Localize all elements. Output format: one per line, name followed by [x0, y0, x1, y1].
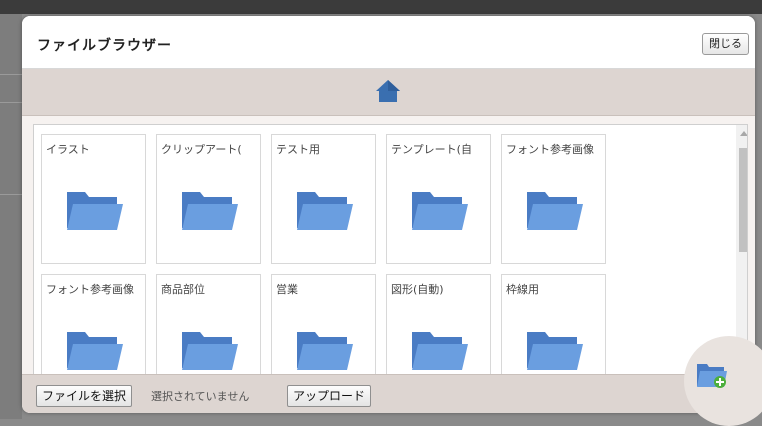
background-app-sidebar [0, 14, 22, 419]
folder-icon [182, 332, 238, 370]
scroll-up-arrow-icon[interactable] [740, 131, 747, 136]
folder-item[interactable]: クリップアート( [156, 134, 261, 264]
folder-browser: イラスト クリップアート( テスト用 テンプレート(自 フォント参考画像 フォン… [33, 124, 748, 375]
folder-item[interactable]: テスト用 [271, 134, 376, 264]
folder-label: テスト用 [276, 143, 320, 155]
scrollbar-thumb[interactable] [739, 148, 747, 252]
folder-icon [412, 332, 468, 370]
folder-item[interactable]: イラスト [41, 134, 146, 264]
folder-icon [412, 192, 468, 230]
folder-label: 図形(自動) [391, 283, 444, 295]
file-browser-dialog: ファイルブラウザー 閉じる イラスト クリップアート(テスト用 テンプレート(… [22, 16, 755, 413]
background-app-header [0, 0, 762, 14]
folder-item[interactable]: 営業 [271, 274, 376, 375]
upload-footer: ファイルを選択 選択されていません アップロード [22, 374, 755, 413]
folder-label: 枠線用 [506, 283, 539, 295]
home-icon[interactable] [375, 78, 401, 104]
folder-item[interactable]: 枠線用 [501, 274, 606, 375]
folder-item[interactable]: 図形(自動) [386, 274, 491, 375]
folder-icon [527, 192, 583, 230]
background-divider [0, 102, 22, 103]
folder-item[interactable]: フォント参考画像 [41, 274, 146, 375]
close-button[interactable]: 閉じる [702, 33, 749, 55]
folder-label: 営業 [276, 283, 298, 295]
folder-label: クリップアート( [161, 143, 242, 155]
folder-label: イラスト [46, 143, 90, 155]
folder-icon [527, 332, 583, 370]
upload-button[interactable]: アップロード [287, 385, 372, 407]
folder-label: フォント参考画像 [506, 143, 594, 155]
folder-label: フォント参考画像 [46, 283, 134, 295]
folder-label: テンプレート(自 [391, 143, 472, 155]
folder-item[interactable]: テンプレート(自 [386, 134, 491, 264]
folder-item[interactable]: 商品部位 [156, 274, 261, 375]
folder-icon [297, 192, 353, 230]
folder-icon [182, 192, 238, 230]
folder-item[interactable]: フォント参考画像 [501, 134, 606, 264]
new-folder-icon[interactable] [696, 361, 728, 389]
folder-icon [67, 332, 123, 370]
choose-file-button[interactable]: ファイルを選択 [36, 385, 133, 407]
no-file-selected-text: 選択されていません [151, 390, 250, 403]
background-divider [0, 74, 22, 75]
folder-label: 商品部位 [161, 283, 205, 295]
background-divider [0, 194, 22, 195]
navigation-bar [22, 69, 755, 116]
dialog-titlebar: ファイルブラウザー 閉じる [22, 16, 755, 69]
content-area: イラスト クリップアート( テスト用 テンプレート(自 フォント参考画像 フォン… [22, 116, 755, 375]
dialog-title: ファイルブラウザー [37, 38, 172, 54]
folder-icon [297, 332, 353, 370]
folder-icon [67, 192, 123, 230]
